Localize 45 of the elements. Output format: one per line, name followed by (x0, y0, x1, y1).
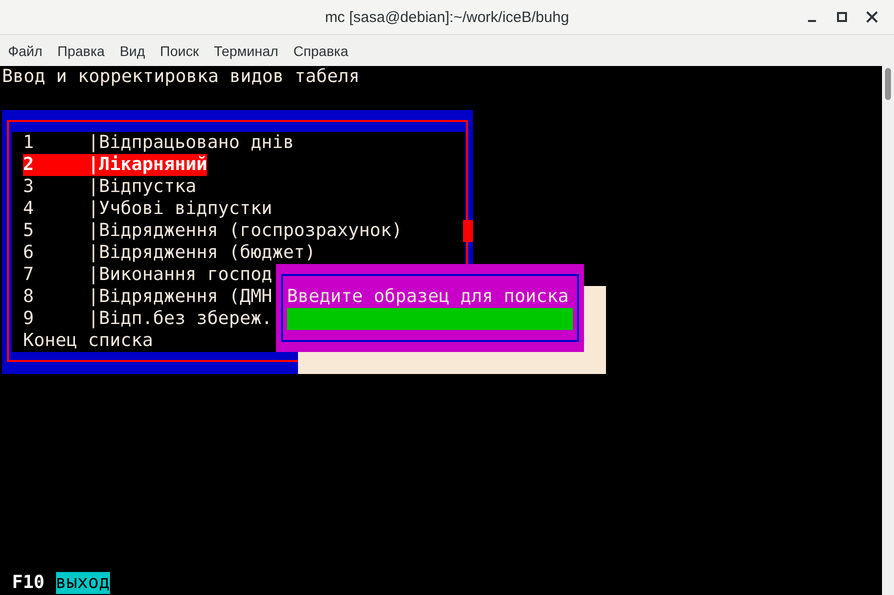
row-label: |Відрядження (бюджет) (88, 242, 316, 264)
window-title: mc [sasa@debian]:~/work/iceB/buhg (324, 8, 570, 26)
menu-item[interactable]: Справка (287, 42, 354, 58)
row-label: |Лікарняний (88, 154, 208, 176)
row-number: 8 (23, 286, 35, 308)
row-label: |Відп.без збереж. (88, 308, 272, 330)
list-row[interactable]: 4 |Учбові відпустки (23, 198, 272, 220)
maximize-icon[interactable] (834, 9, 850, 25)
menu-item[interactable]: Файл (2, 42, 48, 58)
list-row[interactable]: 3 |Відпустка (23, 176, 196, 198)
row-number: 9 (23, 308, 35, 330)
search-prompt: Введите образец для поиска (287, 286, 570, 308)
row-label: |Відпрацьовано днів (88, 132, 294, 154)
row-number: 2 (23, 154, 35, 176)
key-label: F10 (12, 572, 45, 594)
exit-action[interactable]: выход (56, 572, 110, 594)
list-row[interactable]: 2 |Лікарняний (23, 154, 208, 176)
row-number: 5 (23, 220, 35, 242)
list-row[interactable]: 9 |Відп.без збереж. (23, 308, 272, 330)
row-label: |Відрядження (госпрозрахунок) (88, 220, 402, 242)
scrollbar[interactable] (882, 66, 894, 595)
screen-heading: Ввод и корректировка видов табеля (1, 66, 361, 88)
row-number: 6 (23, 242, 35, 264)
list-row[interactable]: 7 |Виконання господ (23, 264, 272, 286)
row-number: 1 (23, 132, 35, 154)
scrollbar-thumb[interactable] (463, 220, 473, 242)
menu-item[interactable]: Вид (114, 42, 152, 58)
menu-item[interactable]: Терминал (208, 42, 284, 58)
row-number: 7 (23, 264, 35, 286)
menu-item[interactable]: Поиск (154, 42, 205, 58)
row-label: |Відрядження (ДМН (88, 286, 272, 308)
row-label: |Виконання господ (88, 264, 272, 286)
scrollbar-thumb[interactable] (885, 68, 891, 100)
search-field[interactable] (287, 308, 573, 330)
row-label: |Учбові відпустки (88, 198, 272, 220)
row-label: |Відпустка (88, 176, 196, 198)
list-row[interactable]: 5 |Відрядження (госпрозрахунок) (23, 220, 402, 242)
end-of-list-text: Конец списка (23, 330, 154, 352)
menu-item[interactable]: Правка (51, 42, 111, 58)
close-icon[interactable] (864, 9, 880, 25)
row-number: 3 (23, 176, 35, 198)
list-row[interactable]: 6 |Відрядження (бюджет) (23, 242, 316, 264)
list-row[interactable]: 8 |Відрядження (ДМН (23, 286, 272, 308)
row-number: 4 (23, 198, 35, 220)
list-row[interactable]: 1 |Відпрацьовано днів (23, 132, 294, 154)
